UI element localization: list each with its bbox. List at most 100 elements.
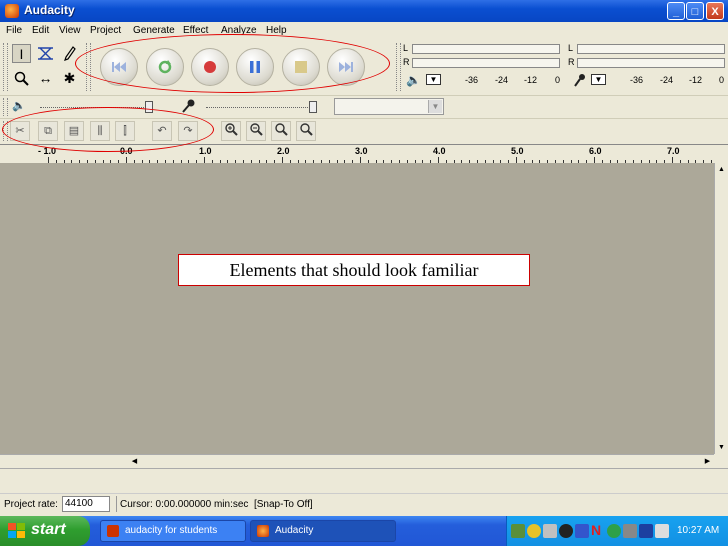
output-tick-label: -36 — [465, 75, 479, 85]
menu-project[interactable]: Project — [90, 25, 121, 36]
paste-icon[interactable]: ▤ — [64, 121, 84, 141]
tray-norton-icon[interactable]: N — [591, 522, 601, 538]
input-tick-label: -24 — [660, 75, 674, 85]
playback-volume-thumb[interactable] — [145, 101, 153, 113]
project-rate-label: Project rate: — [4, 499, 58, 510]
trim-icon[interactable]: ⫼ — [90, 121, 110, 141]
tray-volume-icon[interactable] — [655, 524, 669, 538]
input-tick-label: -12 — [689, 75, 703, 85]
input-meter-left-bar — [577, 44, 725, 54]
edit-grip[interactable] — [3, 121, 8, 141]
playback-volume-slider[interactable] — [40, 107, 152, 109]
taskbar: start audacity for students Audacity N 1… — [0, 516, 728, 546]
menu-file[interactable]: File — [6, 25, 22, 36]
toolbar-grip[interactable] — [3, 43, 8, 91]
system-tray: N 10:27 AM — [506, 516, 728, 546]
ruler-label: 4.0 — [433, 146, 446, 156]
tray-network-icon[interactable] — [511, 524, 525, 538]
output-meter-right-bar — [412, 58, 560, 68]
tray-media-icon[interactable] — [559, 524, 573, 538]
tray-security-icon[interactable] — [607, 524, 621, 538]
taskbar-clock: 10:27 AM — [677, 525, 720, 536]
fit-selection-icon[interactable] — [271, 121, 291, 141]
status-area: Project rate: 44100 Cursor: 0:00.000000 … — [0, 468, 728, 517]
ruler-label: 2.0 — [277, 146, 290, 156]
copy-icon[interactable]: ⧉ — [38, 121, 58, 141]
silence-icon[interactable]: ⫿ — [115, 121, 135, 141]
timeline-ruler[interactable]: - 1.0 0.0 1.0 2.0 3.0 4.0 5.0 6.0 7.0 — [0, 144, 714, 164]
meter-grip[interactable] — [396, 43, 401, 91]
input-source-dropdown-icon[interactable]: ▼ — [428, 100, 442, 113]
taskbar-item-audacity-for-students[interactable]: audacity for students — [100, 520, 246, 542]
taskbar-item-label: audacity for students — [125, 525, 218, 536]
skip-to-start-button[interactable] — [100, 48, 138, 86]
menu-generate[interactable]: Generate — [133, 25, 175, 36]
input-meter-left-label: L — [568, 43, 574, 53]
input-source-select[interactable]: ▼ — [334, 98, 444, 115]
cursor-status-text: Cursor: 0:00.000000 min:sec [Snap-To Off… — [120, 499, 313, 510]
pause-button[interactable] — [236, 48, 274, 86]
record-button[interactable] — [191, 48, 229, 86]
input-meter-dropdown[interactable]: ▼ — [591, 74, 606, 85]
zoom-in-icon[interactable] — [221, 121, 241, 141]
vertical-scrollbar[interactable]: ▲ ▼ — [714, 163, 728, 454]
multi-tool-icon[interactable]: ✱ — [60, 69, 79, 88]
tray-monitor-icon[interactable] — [575, 524, 589, 538]
mixer-grip[interactable] — [3, 98, 8, 116]
undo-icon[interactable]: ↶ — [152, 121, 172, 141]
draw-tool-icon[interactable] — [60, 44, 79, 63]
redo-icon[interactable]: ↷ — [178, 121, 198, 141]
scroll-down-arrow-icon[interactable]: ▼ — [716, 442, 727, 453]
tray-shield-icon[interactable] — [527, 524, 541, 538]
recording-volume-slider[interactable] — [206, 107, 316, 109]
microphone-icon — [573, 73, 587, 90]
stop-button[interactable] — [282, 48, 320, 86]
output-tick-label: 0 — [555, 75, 561, 85]
ruler-label: 1.0 — [199, 146, 212, 156]
start-label: start — [31, 521, 66, 538]
scroll-up-arrow-icon[interactable]: ▲ — [716, 164, 727, 175]
scroll-right-arrow-icon[interactable]: ▶ — [702, 456, 713, 467]
output-meter-dropdown[interactable]: ▼ — [426, 74, 441, 85]
transport-grip[interactable] — [86, 43, 91, 91]
maximize-button[interactable]: □ — [686, 2, 704, 20]
menu-effect[interactable]: Effect — [183, 25, 208, 36]
fit-project-icon[interactable] — [296, 121, 316, 141]
track-area[interactable] — [0, 163, 714, 454]
menu-analyze[interactable]: Analyze — [221, 25, 257, 36]
ruler-corner — [714, 144, 728, 164]
taskbar-item-label: Audacity — [275, 525, 314, 536]
title-bar: Audacity _ □ X — [0, 0, 728, 23]
zoom-out-icon[interactable] — [246, 121, 266, 141]
input-meter-right-bar — [577, 58, 725, 68]
input-tick-label: -36 — [630, 75, 644, 85]
start-button[interactable]: start — [0, 516, 90, 546]
selection-tool-icon[interactable]: I — [12, 44, 31, 63]
skip-to-end-button[interactable] — [327, 48, 365, 86]
horizontal-scrollbar[interactable]: ◀ ▶ — [128, 454, 714, 469]
cut-icon[interactable]: ✂ — [10, 121, 30, 141]
tray-display-icon[interactable] — [639, 524, 653, 538]
close-button[interactable]: X — [706, 2, 724, 20]
minimize-button[interactable]: _ — [667, 2, 685, 20]
envelope-tool-icon[interactable] — [36, 44, 55, 63]
scroll-left-arrow-icon[interactable]: ◀ — [129, 456, 140, 467]
tray-tool-icon[interactable] — [623, 524, 637, 538]
audacity-icon — [257, 525, 269, 537]
time-shift-tool-icon[interactable]: ↔ — [36, 69, 55, 88]
menu-help[interactable]: Help — [266, 25, 287, 36]
taskbar-item-audacity[interactable]: Audacity — [250, 520, 396, 542]
input-tick-label: 0 — [719, 75, 725, 85]
windows-logo-icon — [8, 523, 25, 538]
menu-view[interactable]: View — [59, 25, 81, 36]
loop-play-button[interactable] — [146, 48, 184, 86]
zoom-tool-icon[interactable] — [12, 69, 31, 88]
main-toolbar: I ↔ ✱ L R 🔈 ▼ -36 -24 -12 0 L R ▼ -36 -2… — [0, 40, 728, 95]
tray-app-icon[interactable] — [543, 524, 557, 538]
recording-volume-thumb[interactable] — [309, 101, 317, 113]
output-meter-right-label: R — [403, 57, 410, 67]
menu-edit[interactable]: Edit — [32, 25, 49, 36]
ruler-label: 6.0 — [589, 146, 602, 156]
project-rate-combo[interactable]: 44100 — [62, 496, 110, 512]
recording-volume-icon — [180, 98, 196, 117]
